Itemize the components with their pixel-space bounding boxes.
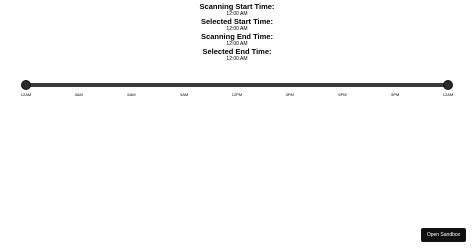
tick-label: 12AM <box>442 92 454 97</box>
tick-label: 6AM <box>127 92 136 97</box>
tick-label: 9PM <box>391 92 400 97</box>
start-handle[interactable] <box>22 81 30 89</box>
end-handle[interactable] <box>444 81 452 89</box>
scanning-end-time-label: Scanning End Time: <box>201 32 273 41</box>
tick-label: 3PM <box>285 92 294 97</box>
selected-end-time: Selected End Time: 12:00 AM <box>0 48 474 63</box>
tick-label: 3AM <box>74 92 83 97</box>
time-range-slider[interactable] <box>22 81 452 89</box>
selected-end-time-value: 12:00 AM <box>226 56 248 62</box>
page: Scanning Start Time: 12:00 AM Selected S… <box>0 0 474 248</box>
time-tick-labels: 12AM 3AM 6AM 9AM 12PM 3PM 6PM 9PM 12AM <box>21 92 453 99</box>
open-sandbox-button[interactable]: Open Sandbox <box>421 228 466 242</box>
tick-label: 12AM <box>20 92 32 97</box>
slider-selected-range <box>26 83 448 87</box>
tick-label: 6PM <box>338 92 347 97</box>
tick-label: 12PM <box>231 92 243 97</box>
scanning-start-time: Scanning Start Time: 12:00 AM <box>0 3 474 18</box>
tick-label: 9AM <box>180 92 189 97</box>
selected-start-time: Selected Start Time: 12:00 AM <box>0 18 474 33</box>
selected-end-time-label: Selected End Time: <box>202 47 272 56</box>
selected-start-time-label: Selected Start Time: <box>201 17 273 26</box>
scanning-end-time: Scanning End Time: 12:00 AM <box>0 33 474 48</box>
time-info-panel: Scanning Start Time: 12:00 AM Selected S… <box>0 3 474 63</box>
scanning-start-time-label: Scanning Start Time: <box>199 2 275 11</box>
